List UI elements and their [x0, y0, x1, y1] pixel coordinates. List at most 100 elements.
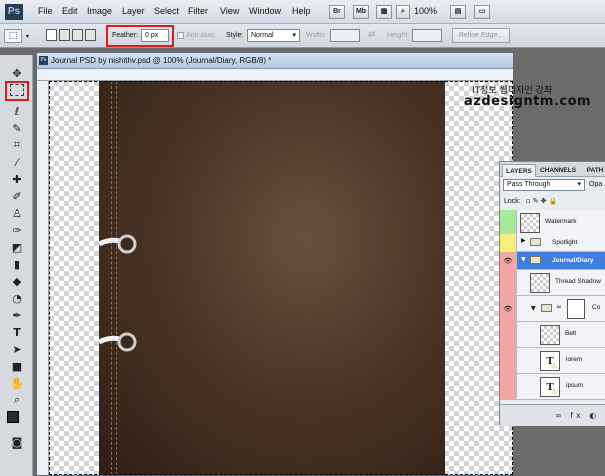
menu-bar: Ps File Edit Image Layer Select Filter V… [0, 0, 605, 24]
height-input[interactable] [412, 29, 442, 42]
zoom-level[interactable]: 100% [414, 6, 437, 16]
layer-row-lorem[interactable]: T ⚠ lorem [500, 348, 605, 374]
collapse-arrow-icon[interactable]: ▼ [521, 256, 526, 263]
lasso-tool-icon[interactable]: ℓ [9, 104, 25, 118]
photoshop-logo: Ps [5, 4, 23, 20]
chevron-down-icon[interactable]: ▾ [26, 33, 29, 40]
layer-row-ipsum[interactable]: T ⚠ ipsum [500, 374, 605, 400]
feather-input[interactable]: 0 px [141, 29, 169, 42]
menu-help[interactable]: Help [292, 6, 311, 16]
layer-row-belt[interactable]: Belt [500, 322, 605, 348]
warning-icon: ⚠ [551, 388, 558, 396]
intersect-selection-icon[interactable] [85, 29, 96, 41]
document-titlebar: Ps Journal PSD by nishithv.psd @ 100% (J… [37, 53, 513, 69]
visibility-toggle[interactable] [500, 348, 517, 374]
tab-layers[interactable]: LAYERS [502, 164, 536, 177]
blur-tool-icon[interactable]: ◆ [9, 274, 25, 288]
tab-channels[interactable]: CHANNELS [537, 164, 579, 177]
eraser-tool-icon[interactable]: ◩ [9, 240, 25, 254]
zoom-tool-icon[interactable]: ⌕ [396, 5, 410, 19]
eyedropper-tool-icon[interactable]: ⁄ [9, 155, 25, 169]
watermark-site: azdesigntm.com [464, 94, 592, 109]
layer-name: Co [592, 304, 601, 311]
menu-select[interactable]: Select [154, 6, 179, 16]
folder-icon [541, 304, 552, 312]
menu-file[interactable]: File [38, 6, 53, 16]
extras-button[interactable]: ▦ [376, 5, 392, 19]
folder-icon [530, 238, 541, 246]
zoom-tool-icon[interactable]: ⌕ [9, 393, 25, 407]
arrange-documents-button[interactable]: ▤ [450, 5, 466, 19]
move-tool-icon[interactable]: ✥ [9, 66, 25, 80]
crop-tool-icon[interactable]: ⌗ [9, 138, 25, 152]
width-input[interactable] [330, 29, 360, 42]
document-canvas[interactable] [49, 81, 513, 475]
swap-icon[interactable]: ⇄ [368, 30, 376, 40]
lock-label: Lock: [504, 198, 521, 205]
chevron-down-icon: ▾ [577, 181, 581, 188]
vertical-ruler[interactable] [37, 81, 49, 475]
pen-tool-icon[interactable]: ✒ [9, 308, 25, 322]
menu-view[interactable]: View [220, 6, 239, 16]
layer-row-spotlight[interactable]: ▶ Spotlight [500, 234, 605, 252]
eye-icon[interactable]: 👁 [500, 252, 517, 270]
menu-window[interactable]: Window [249, 6, 281, 16]
visibility-toggle[interactable] [500, 234, 517, 252]
visibility-toggle[interactable] [500, 210, 517, 236]
dodge-tool-icon[interactable]: ◔ [9, 291, 25, 305]
path-selection-tool-icon[interactable]: ➤ [9, 342, 25, 356]
history-brush-tool-icon[interactable]: ✑ [9, 223, 25, 237]
chevron-down-icon: ▾ [292, 32, 296, 39]
clone-stamp-tool-icon[interactable]: ♙ [9, 206, 25, 220]
visibility-toggle[interactable] [500, 270, 517, 296]
rectangular-marquee-tool-icon[interactable] [10, 84, 24, 96]
expand-arrow-icon[interactable]: ▶ [521, 237, 526, 244]
horizontal-ruler[interactable] [37, 69, 513, 81]
menu-filter[interactable]: Filter [188, 6, 208, 16]
layer-name: Spotlight [552, 239, 578, 246]
hand-tool-icon[interactable]: ✋ [9, 376, 25, 390]
antialias-checkbox[interactable] [177, 32, 184, 39]
document-icon: Ps [39, 56, 48, 65]
shape-tool-icon[interactable]: ■ [9, 359, 25, 373]
collapse-arrow-icon[interactable]: ▼ [531, 305, 536, 312]
quick-selection-tool-icon[interactable]: ✎ [9, 121, 25, 135]
layer-row-thread-shadow[interactable]: Thread Shadow [500, 270, 605, 296]
quick-mask-icon[interactable]: ◙ [9, 435, 25, 449]
layer-mask-thumbnail[interactable] [567, 299, 585, 319]
brush-tool-icon[interactable]: ✐ [9, 189, 25, 203]
feather-label: Feather: [112, 32, 139, 39]
style-select[interactable]: Normal ▾ [247, 29, 300, 42]
style-value: Normal [251, 32, 274, 39]
visibility-toggle[interactable] [500, 374, 517, 400]
menu-image[interactable]: Image [87, 6, 112, 16]
healing-brush-tool-icon[interactable]: ✚ [9, 172, 25, 186]
lock-icons[interactable]: ▫✎✥🔒 [526, 197, 559, 205]
screen-mode-button[interactable]: ▭ [474, 5, 490, 19]
layer-row-journal-diary[interactable]: 👁 ▼ Journal/Diary [500, 252, 605, 270]
add-selection-icon[interactable] [59, 29, 70, 41]
mini-bridge-button[interactable]: Mb [353, 5, 369, 19]
menu-edit[interactable]: Edit [62, 6, 78, 16]
layer-row-cover[interactable]: 👁 ▼ ∞ Co [500, 296, 605, 322]
tool-preset-picker[interactable]: ⬚ [4, 29, 22, 43]
document-title: Journal PSD by nishithv.psd @ 100% (Jour… [51, 56, 272, 65]
document-window: Ps Journal PSD by nishithv.psd @ 100% (J… [36, 52, 514, 476]
layer-row-watermark[interactable]: Watermark [500, 210, 605, 236]
bridge-button[interactable]: Br [329, 5, 345, 19]
refine-edge-button[interactable]: Refine Edge... [452, 28, 510, 43]
tools-panel: ✥ ℓ ✎ ⌗ ⁄ ✚ ✐ ♙ ✑ ◩ ▮ ◆ ◔ ✒ T ➤ ■ ✋ ⌕ ◙ [0, 55, 33, 476]
subtract-selection-icon[interactable] [72, 29, 83, 41]
type-tool-icon[interactable]: T [9, 325, 25, 339]
foreground-color-swatch[interactable] [7, 411, 19, 423]
gradient-tool-icon[interactable]: ▮ [9, 257, 25, 271]
menu-layer[interactable]: Layer [122, 6, 145, 16]
tab-paths[interactable]: PATH [581, 164, 605, 177]
blend-mode-select[interactable]: Pass Through ▾ [503, 179, 585, 191]
eye-icon[interactable]: 👁 [500, 296, 517, 322]
new-selection-icon[interactable] [46, 29, 57, 41]
visibility-toggle[interactable] [500, 322, 517, 348]
panel-footer-buttons[interactable]: ∞ fx ◐ [500, 404, 605, 426]
layer-name: Belt [565, 330, 577, 337]
layer-name: lorem [566, 356, 583, 363]
